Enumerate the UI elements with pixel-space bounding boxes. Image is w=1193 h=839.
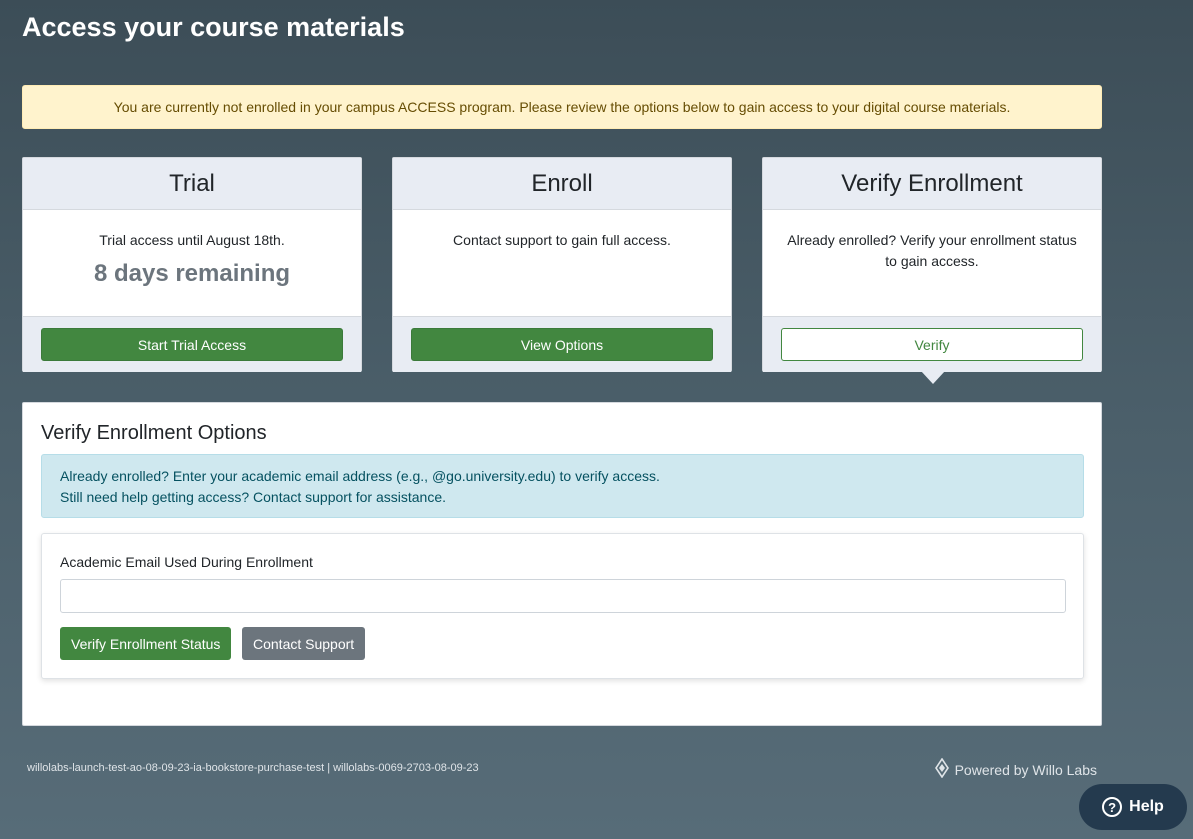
trial-card-body: Trial access until August 18th. 8 days r… [23, 210, 361, 316]
enrollment-warning-text: You are currently not enrolled in your c… [113, 99, 1011, 115]
powered-by[interactable]: Powered by Willo Labs [934, 757, 1097, 781]
enroll-card-header: Enroll [393, 158, 731, 210]
verify-info-line-1: Already enrolled? Enter your academic em… [60, 468, 660, 484]
enroll-text: Contact support to gain full access. [453, 232, 671, 248]
enroll-card: Enroll Contact support to gain full acce… [392, 157, 732, 372]
selected-card-pointer [921, 371, 945, 384]
verify-options-panel: Verify Enrollment Options Already enroll… [22, 402, 1102, 726]
contact-support-button[interactable]: Contact Support [242, 627, 366, 660]
verify-info-line-2: Still need help getting access? Contact … [60, 489, 446, 505]
enroll-card-body: Contact support to gain full access. [393, 210, 731, 316]
powered-by-text: Powered by Willo Labs [954, 761, 1097, 778]
question-circle-icon: ? [1102, 797, 1123, 817]
email-field-label: Academic Email Used During Enrollment [60, 554, 313, 570]
enrollment-warning-alert: You are currently not enrolled in your c… [22, 85, 1102, 129]
trial-access-text: Trial access until August 18th. [99, 232, 285, 248]
verify-card-body: Already enrolled? Verify your enrollment… [763, 210, 1101, 316]
verify-form: Academic Email Used During Enrollment Ve… [41, 533, 1084, 679]
help-label: Help [1129, 798, 1164, 815]
trial-card-header: Trial [23, 158, 361, 210]
email-field[interactable] [60, 579, 1066, 613]
verify-options-title: Verify Enrollment Options [41, 422, 267, 444]
enroll-card-footer: View Options [393, 316, 731, 372]
start-trial-button[interactable]: Start Trial Access [41, 328, 343, 361]
trial-card-footer: Start Trial Access [23, 316, 361, 372]
verify-text: Already enrolled? Verify your enrollment… [787, 232, 1077, 269]
view-options-button[interactable]: View Options [411, 328, 713, 361]
verify-card-header: Verify Enrollment [763, 158, 1101, 210]
willo-labs-logo-icon [934, 757, 949, 781]
verify-info-alert: Already enrolled? Enter your academic em… [41, 454, 1084, 518]
verify-button[interactable]: Verify [781, 328, 1083, 361]
trial-card: Trial Trial access until August 18th. 8 … [22, 157, 362, 372]
page-title: Access your course materials [22, 12, 405, 42]
verify-card: Verify Enrollment Already enrolled? Veri… [762, 157, 1102, 384]
launch-identifier: willolabs-launch-test-ao-08-09-23-ia-boo… [27, 762, 479, 774]
verify-card-footer: Verify [763, 316, 1101, 372]
trial-days-remaining: 8 days remaining [93, 260, 291, 287]
help-button[interactable]: ? Help [1079, 784, 1187, 830]
verify-enrollment-status-button[interactable]: Verify Enrollment Status [60, 627, 232, 660]
